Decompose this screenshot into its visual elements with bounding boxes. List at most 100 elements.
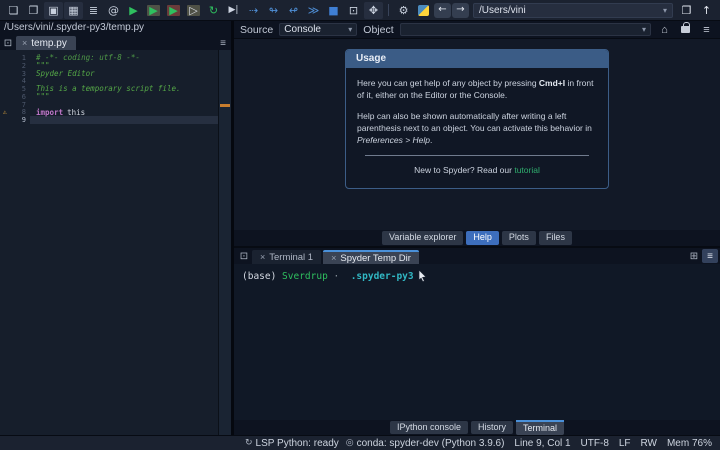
- debug-step-icon[interactable]: ⇢: [244, 2, 263, 19]
- save-file-icon[interactable]: ▣: [44, 1, 63, 19]
- browse-tabs-icon[interactable]: ⊡: [0, 36, 16, 50]
- python-env-icon[interactable]: [414, 2, 433, 19]
- toolbar-left-group: ❏ ❐ ▣ ▦ ≣ @ ▶ ▶ ▶ ▷ ↻ ▶| ⇢ ↬ ↫ ≫ ■ ⊡ ✥: [4, 1, 383, 19]
- lsp-status[interactable]: ↻ LSP Python: ready: [245, 438, 339, 449]
- right-top-tabbar: Variable explorer Help Plots Files: [234, 230, 720, 246]
- run-file-icon[interactable]: ▶: [124, 2, 143, 19]
- source-label: Source: [240, 23, 274, 36]
- code-comment: # -*- coding: utf-8 -*-: [36, 53, 140, 62]
- open-dir-icon[interactable]: ❐: [677, 2, 696, 19]
- conda-status[interactable]: ◎ conda: spyder-dev (Python 3.9.6): [346, 438, 505, 449]
- up-dir-icon[interactable]: ↑: [697, 2, 716, 19]
- tab-spyder-temp-dir[interactable]: × Spyder Temp Dir: [323, 250, 419, 264]
- lock-icon[interactable]: [678, 22, 693, 37]
- new-file-icon[interactable]: ❏: [4, 2, 23, 19]
- line-number: 6: [21, 92, 26, 101]
- code-editor[interactable]: 1 2 3 4 5 6 7 ⚠ 8 9 # -*- coding: utf-8 …: [0, 50, 231, 435]
- warning-icon: ⚠: [3, 108, 7, 117]
- line-number: 1: [21, 53, 26, 62]
- debug-stop-icon[interactable]: ■: [324, 2, 343, 19]
- status-icon: ↻: [245, 438, 253, 448]
- terminal-output[interactable]: (base) Sverdrup · .spyder-py3: [234, 264, 720, 420]
- help-content: Usage Here you can get help of any objec…: [234, 39, 720, 230]
- rerun-cell-icon[interactable]: ▷: [184, 2, 203, 19]
- usage-divider: [365, 154, 589, 156]
- toolbar-nav-group: ← →: [434, 2, 469, 18]
- source-select[interactable]: Console ▾: [279, 23, 358, 36]
- right-bottom-tabbar: IPython console History Terminal: [234, 419, 720, 436]
- tab-plots[interactable]: Plots: [501, 231, 536, 245]
- maximize-pane-icon[interactable]: ✥: [364, 1, 383, 19]
- help-header: Source Console ▾ Object ▾ ⌂ ≡: [234, 21, 720, 39]
- close-icon[interactable]: ×: [331, 253, 336, 263]
- run-to-line-icon[interactable]: ▶|: [224, 2, 243, 19]
- chevron-down-icon[interactable]: ▾: [663, 6, 667, 15]
- tab-terminal-1[interactable]: × Terminal 1: [252, 250, 322, 264]
- tools-icon[interactable]: ⚙: [394, 2, 413, 19]
- conda-env: (base): [242, 270, 283, 282]
- run-cell-advance-icon[interactable]: ▶: [164, 2, 183, 19]
- tab-help[interactable]: Help: [466, 231, 499, 245]
- editor-tab-temp-py[interactable]: × temp.py: [16, 36, 76, 50]
- working-directory-input[interactable]: /Users/vini ▾: [473, 2, 673, 18]
- debug-continue-icon[interactable]: ≫: [304, 2, 323, 19]
- permissions-status[interactable]: RW: [638, 438, 657, 449]
- main-toolbar: ❏ ❐ ▣ ▦ ≣ @ ▶ ▶ ▶ ▷ ↻ ▶| ⇢ ↬ ↫ ≫ ■ ⊡ ✥ ⚙ ← → /Users/vini ▾ …: [0, 0, 720, 21]
- save-all-icon[interactable]: ▦: [64, 1, 83, 19]
- back-icon[interactable]: ←: [434, 2, 451, 18]
- line-number: 5: [21, 85, 26, 94]
- mouse-cursor-icon: [418, 270, 427, 282]
- usage-text: Here you can get help of any object by p…: [357, 78, 594, 175]
- tab-files[interactable]: Files: [538, 231, 572, 245]
- tab-ipython-console[interactable]: IPython console: [389, 420, 468, 435]
- toolbar-dir-group: ❐ ↑: [677, 2, 716, 19]
- tab-history[interactable]: History: [471, 420, 514, 435]
- usage-title: Usage: [346, 50, 608, 68]
- scrollflag-column[interactable]: [218, 50, 231, 435]
- editor-file-path: /Users/vini/.spyder-py3/temp.py: [0, 21, 231, 35]
- debug-step-out-icon[interactable]: ↫: [284, 2, 303, 19]
- line-number-current: 9: [21, 116, 26, 125]
- browse-tabs-icon[interactable]: ⊡: [236, 249, 252, 263]
- eol-status[interactable]: LF: [616, 438, 631, 449]
- file-switcher-icon[interactable]: ≣: [84, 2, 103, 19]
- code-docstring: This is a temporary script file.: [36, 84, 181, 94]
- line-number: 3: [21, 69, 26, 78]
- panes-layout-icon[interactable]: ⊡: [344, 2, 363, 19]
- code-docstring: Spyder Editor: [36, 68, 95, 78]
- forward-icon[interactable]: →: [452, 2, 469, 18]
- tab-terminal[interactable]: Terminal: [516, 419, 565, 436]
- encoding-status[interactable]: UTF-8: [578, 438, 609, 449]
- run-cell-icon[interactable]: ▶: [144, 2, 163, 19]
- terminal-options-menu-icon[interactable]: ≡: [702, 249, 718, 263]
- close-icon[interactable]: ×: [22, 38, 27, 48]
- kbd-shortcut: Cmd+I: [538, 78, 566, 88]
- line-number: 4: [21, 77, 26, 86]
- scrollflag-warning-marker[interactable]: [220, 104, 230, 107]
- hostname: Sverdrup: [282, 270, 328, 282]
- memory-status[interactable]: Mem 76%: [664, 438, 712, 449]
- home-icon[interactable]: ⌂: [657, 22, 672, 37]
- object-input[interactable]: ▾: [399, 23, 651, 36]
- open-file-icon[interactable]: ❐: [24, 2, 43, 19]
- tab-variable-explorer[interactable]: Variable explorer: [382, 231, 464, 245]
- spyder-window: ❏ ❐ ▣ ▦ ≣ @ ▶ ▶ ▶ ▷ ↻ ▶| ⇢ ↬ ↫ ≫ ■ ⊡ ✥ ⚙ ← → /Users/vini ▾ …: [0, 0, 720, 450]
- preferences-path: Preferences > Help: [357, 135, 430, 146]
- close-icon[interactable]: ×: [260, 252, 265, 262]
- tutorial-link[interactable]: tutorial: [514, 165, 540, 175]
- cursor-position[interactable]: Line 9, Col 1: [511, 438, 570, 449]
- toolbar-separator: [388, 4, 389, 16]
- code-keyword: import: [36, 107, 64, 117]
- right-pane: Source Console ▾ Object ▾ ⌂ ≡ Usage Here…: [234, 21, 720, 436]
- new-terminal-grid-icon[interactable]: ⊞: [686, 249, 702, 263]
- editor-options-menu-icon[interactable]: ≡: [215, 36, 231, 50]
- line-number-warning: ⚠ 8: [0, 108, 30, 117]
- status-icon: ◎: [345, 438, 354, 448]
- line-number: 2: [21, 61, 26, 70]
- debug-step-into-icon[interactable]: ↬: [264, 2, 283, 19]
- code-area[interactable]: # -*- coding: utf-8 -*- """ Spyder Edito…: [30, 50, 218, 435]
- terminal-prompt: (base) Sverdrup · .spyder-py3: [242, 270, 712, 282]
- rerun-last-icon[interactable]: ↻: [204, 2, 223, 19]
- help-options-menu-icon[interactable]: ≡: [699, 22, 714, 37]
- symbol-finder-icon[interactable]: @: [104, 2, 123, 19]
